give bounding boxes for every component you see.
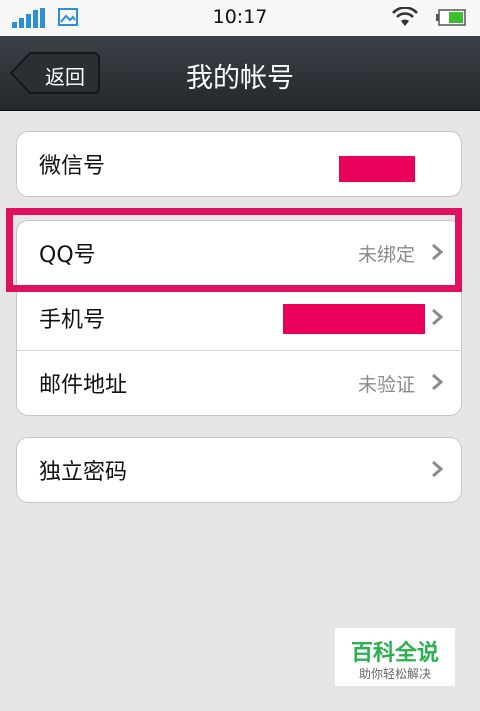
- chevron-right-icon: [432, 373, 443, 391]
- watermark-logo: 百科全说 助你轻松解决: [335, 628, 455, 686]
- redaction-block: [339, 156, 415, 182]
- row-label: 独立密码: [39, 460, 128, 485]
- row-label: 邮件地址: [39, 373, 128, 398]
- row-wechat-id[interactable]: 微信号: [17, 132, 461, 196]
- battery-icon: [436, 9, 466, 26]
- row-label: 手机号: [39, 308, 106, 333]
- row-phone[interactable]: 手机号: [17, 286, 461, 351]
- wifi-icon: [392, 7, 418, 26]
- redaction-block: [283, 304, 425, 334]
- highlight-box: [6, 208, 462, 292]
- group-password: 独立密码: [16, 437, 462, 503]
- chevron-right-icon: [432, 308, 443, 326]
- row-value: 未验证: [357, 374, 415, 396]
- row-independent-password[interactable]: 独立密码: [17, 438, 461, 502]
- watermark-subtitle: 助你轻松解决: [358, 667, 431, 681]
- title-bar: 返回 我的帐号: [0, 36, 480, 111]
- watermark-title: 百科全说: [350, 641, 439, 666]
- row-email[interactable]: 邮件地址 未验证: [17, 351, 461, 415]
- page-title: 我的帐号: [186, 63, 294, 94]
- row-label: 微信号: [39, 154, 106, 179]
- status-bar: 10:17: [0, 0, 480, 36]
- group-wechat-id: 微信号: [16, 131, 462, 197]
- chevron-right-icon: [432, 460, 443, 478]
